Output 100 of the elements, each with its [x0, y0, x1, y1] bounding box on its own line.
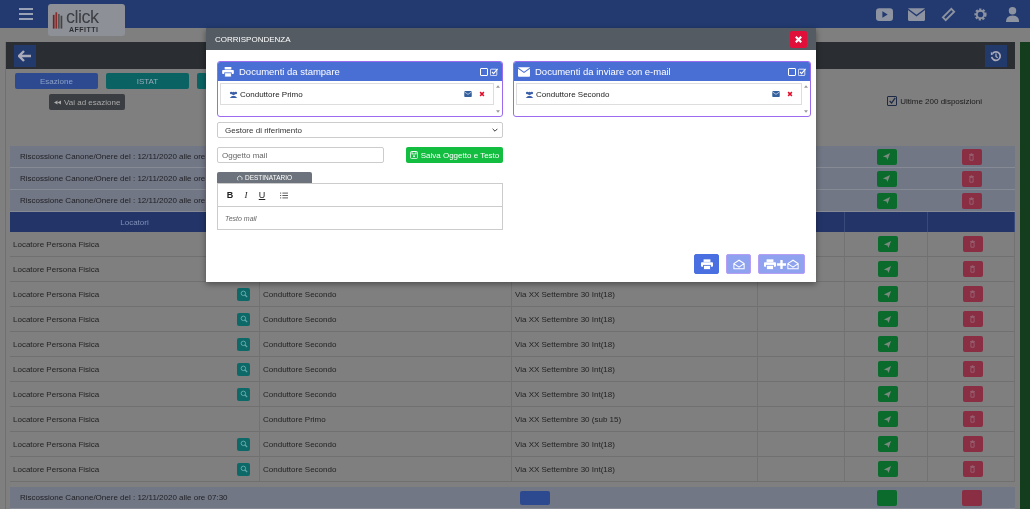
- filter-button[interactable]: Esazione: [15, 73, 98, 89]
- remove-icon[interactable]: [787, 91, 793, 97]
- cell-text: Locatore Persona Fisica: [13, 239, 100, 249]
- trash-icon: [968, 174, 975, 183]
- menu-icon[interactable]: [19, 8, 33, 20]
- go-to-collection-button[interactable]: Vai ad esazione: [49, 94, 126, 110]
- zoom-button[interactable]: [237, 437, 250, 451]
- paper-plane-icon: [882, 174, 891, 183]
- mail-icon[interactable]: [908, 6, 925, 22]
- delete-button[interactable]: [962, 461, 983, 477]
- list-icon[interactable]: [280, 191, 288, 199]
- table-cell: Conduttore Secondo: [260, 432, 512, 457]
- panel-title: Documenti da inviare con e-mail: [535, 66, 672, 77]
- delete-button[interactable]: [962, 286, 983, 302]
- zoom-button[interactable]: [237, 337, 250, 351]
- subject-input[interactable]: Oggetto mail: [217, 147, 384, 163]
- search-icon: [239, 340, 248, 348]
- group-row-title: Riscossione Canone/Onere del : 12/11/2020 alle ore 07:30: [10, 487, 512, 509]
- paper-plane-icon: [883, 464, 892, 474]
- delete-button[interactable]: [962, 386, 983, 402]
- send-button[interactable]: [877, 411, 898, 427]
- send-button[interactable]: [877, 311, 898, 327]
- table-cell: Via XX Settembre 30 Int(18): [512, 457, 758, 482]
- trash-icon: [969, 365, 976, 373]
- paper-plane-icon: [883, 264, 892, 274]
- close-icon: [794, 34, 803, 44]
- delete-button[interactable]: [961, 489, 982, 506]
- send-button[interactable]: [876, 148, 897, 165]
- delete-button[interactable]: [962, 236, 983, 252]
- send-button[interactable]: [877, 261, 898, 277]
- users-icon: [229, 90, 238, 98]
- delete-button[interactable]: [961, 192, 982, 209]
- send-button[interactable]: [876, 489, 897, 506]
- close-button[interactable]: [790, 30, 807, 48]
- send-button[interactable]: [877, 286, 898, 302]
- history-button[interactable]: [985, 44, 1007, 67]
- deselect-all-icon[interactable]: [480, 67, 488, 76]
- deselect-all-icon[interactable]: [788, 67, 796, 76]
- delete-button[interactable]: [962, 311, 983, 327]
- envelope-icon: [732, 258, 745, 270]
- send-button[interactable]: [876, 170, 897, 187]
- users-icon: [525, 90, 534, 98]
- print-button[interactable]: [694, 254, 719, 274]
- paper-plane-icon: [883, 339, 892, 349]
- ticket-icon[interactable]: [940, 6, 957, 22]
- send-button[interactable]: [877, 236, 898, 252]
- dialog-title: CORRISPONDENZA: [215, 34, 291, 44]
- scroll-down-icon[interactable]: [804, 110, 808, 113]
- format-button[interactable]: U: [258, 190, 266, 200]
- zoom-button[interactable]: [237, 312, 250, 326]
- table-cell: Via XX Settembre 30 Int(18): [512, 357, 758, 382]
- manager-select[interactable]: Gestore di riferimento: [217, 122, 503, 138]
- search-icon: [239, 390, 248, 398]
- scroll-up-icon[interactable]: [804, 85, 808, 88]
- zoom-button[interactable]: [237, 287, 250, 301]
- video-play-icon[interactable]: [876, 6, 893, 22]
- user-icon[interactable]: [1004, 6, 1021, 22]
- printer-icon: [700, 258, 713, 270]
- delete-button[interactable]: [962, 261, 983, 277]
- envelope-icon[interactable]: [772, 91, 780, 97]
- send-button[interactable]: [876, 192, 897, 209]
- format-button[interactable]: B: [226, 190, 234, 200]
- select-all-icon[interactable]: [490, 67, 498, 76]
- table-cell: Via XX Settembre 30 Int(18): [512, 382, 758, 407]
- filter-button[interactable]: ISTAT: [106, 73, 189, 89]
- save-subject-button[interactable]: Salva Oggetto e Testo: [406, 147, 503, 163]
- send-button[interactable]: [877, 361, 898, 377]
- cell-text: Locatore Persona Fisica: [13, 289, 100, 299]
- back-button[interactable]: [14, 44, 36, 67]
- send-button[interactable]: [877, 461, 898, 477]
- send-button[interactable]: [877, 436, 898, 452]
- delete-button[interactable]: [961, 148, 982, 165]
- delete-button[interactable]: [962, 436, 983, 452]
- delete-button[interactable]: [962, 411, 983, 427]
- delete-button[interactable]: [961, 170, 982, 187]
- send-button[interactable]: [877, 386, 898, 402]
- send-button[interactable]: [877, 336, 898, 352]
- table-cell: Conduttore Secondo: [260, 457, 512, 482]
- delete-button[interactable]: [962, 361, 983, 377]
- zoom-button[interactable]: [237, 387, 250, 401]
- plus-icon: [777, 259, 786, 269]
- trash-icon: [969, 315, 976, 323]
- logo-text: click: [66, 7, 99, 26]
- remove-icon[interactable]: [479, 91, 485, 97]
- scroll-down-icon[interactable]: [496, 110, 500, 113]
- scroll-up-icon[interactable]: [496, 85, 500, 88]
- format-button[interactable]: I: [242, 190, 250, 200]
- dropdown-button[interactable]: [520, 490, 550, 505]
- paper-plane-icon: [883, 289, 892, 299]
- zoom-button[interactable]: [237, 362, 250, 376]
- settings-icon[interactable]: [972, 6, 989, 22]
- paper-plane-icon: [883, 389, 892, 399]
- select-all-icon[interactable]: [798, 67, 806, 76]
- cell-text: Locatore Persona Fisica: [13, 439, 100, 449]
- zoom-button[interactable]: [237, 462, 250, 476]
- checkbox[interactable]: [887, 96, 898, 106]
- envelope-icon[interactable]: [464, 91, 472, 97]
- trash-icon: [969, 415, 976, 423]
- delete-button[interactable]: [962, 336, 983, 352]
- history-icon: [989, 49, 1003, 62]
